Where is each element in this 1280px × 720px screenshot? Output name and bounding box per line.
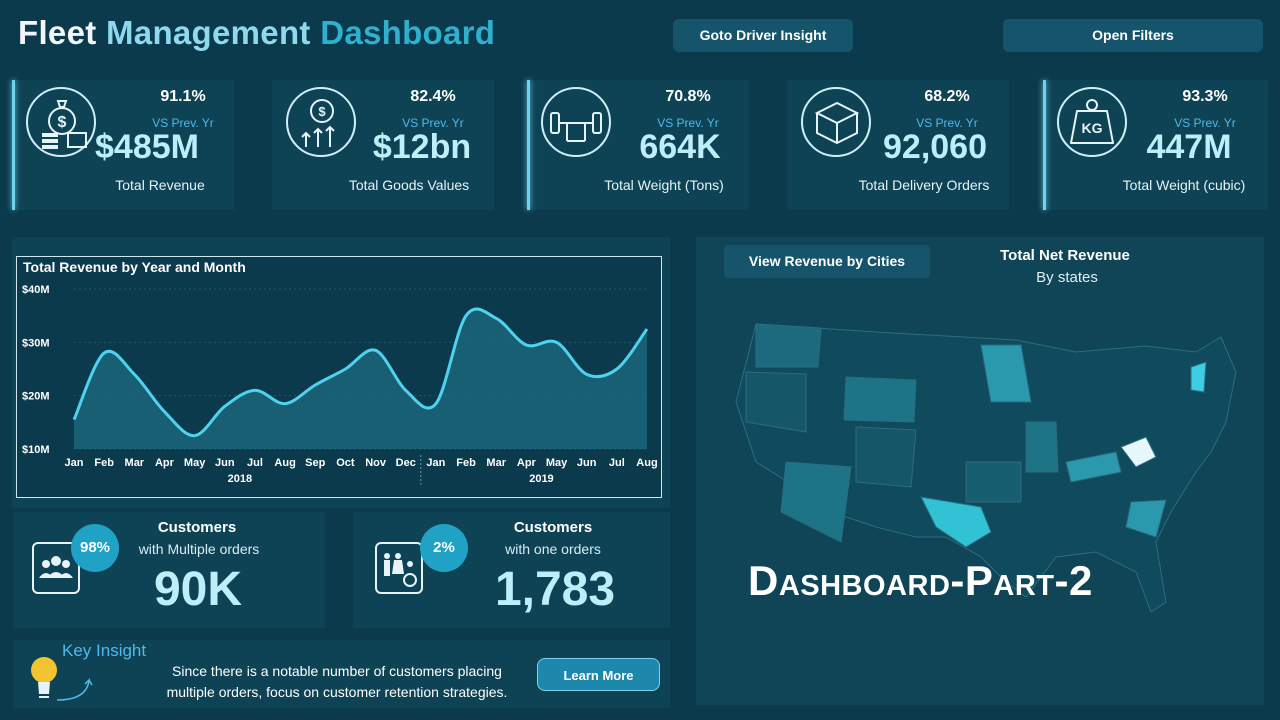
year-label: 2019 (529, 473, 553, 485)
key-insight-panel: Key Insight Since there is a notable num… (13, 640, 670, 708)
kpi-percent: 70.8% (665, 88, 711, 105)
kg-weight-icon: KG (1057, 87, 1127, 157)
kpi-label: Total Weight (Tons) (604, 177, 724, 193)
y-tick-label: $30M (22, 337, 50, 349)
card-accent (527, 80, 530, 210)
kpi-label: Total Delivery Orders (858, 177, 990, 193)
x-tick-label: Sep (305, 457, 325, 469)
percent-badge: 2% (420, 524, 468, 572)
x-tick-label: Dec (396, 457, 416, 469)
x-tick-label: Mar (486, 457, 506, 469)
kpi-label: Total Goods Values (348, 177, 470, 193)
kpi-value: 92,060 (883, 128, 987, 166)
svg-text:$: $ (58, 114, 67, 131)
x-tick-label: Oct (336, 457, 355, 469)
kpi-value: $485M (95, 128, 199, 166)
kpi-value: 664K (639, 128, 721, 166)
customers-value: 1,783 (494, 563, 616, 616)
kpi-value: 447M (1146, 128, 1232, 166)
x-tick-label: Jun (577, 457, 597, 469)
map-subtitle: By states (1036, 269, 1098, 286)
x-tick-label: Aug (636, 457, 657, 469)
title-word-dashboard: Dashboard (320, 14, 496, 51)
kpi-percent: 93.3% (1182, 88, 1228, 105)
view-revenue-by-cities-button[interactable]: View Revenue by Cities (724, 245, 930, 278)
customers-single-card: 2% Customers with one orders 1,783 (353, 512, 670, 628)
x-tick-label: Jan (65, 457, 84, 469)
x-tick-label: Nov (365, 457, 387, 469)
chart-svg: $10M $20M $30M $40M Jan Feb Mar Apr May Jun Jul Au… (22, 284, 658, 485)
dumbbell-icon (541, 87, 611, 157)
kpi-label: Total Weight (cubic) (1122, 177, 1246, 193)
kpi-card-total-revenue: $ 91.1% VS Prev. Yr $485M Total Revenue (12, 80, 234, 210)
customers-title: Customers (157, 519, 237, 536)
overlay-caption: Dashboard-Part-2 (748, 557, 1093, 604)
revenue-area (74, 308, 647, 449)
year-label: 2018 (228, 473, 252, 485)
x-tick-label: Feb (94, 457, 114, 469)
x-tick-label: Apr (155, 457, 175, 469)
open-filters-button[interactable]: Open Filters (1003, 19, 1263, 52)
kpi-percent: 68.2% (924, 88, 970, 105)
y-tick-label: $40M (22, 284, 50, 296)
title-word-management: Management (106, 14, 311, 51)
x-tick-label: May (184, 457, 206, 469)
card-accent (1043, 80, 1046, 210)
dollar-growth-icon: $ (286, 87, 356, 157)
kpi-value: $12bn (372, 128, 472, 166)
kpi-card-total-delivery-orders: 68.2% VS Prev. Yr 92,060 Total Delivery … (787, 80, 1009, 210)
revenue-chart: Total Revenue by Year and Month $10M $20M… (16, 256, 662, 498)
y-tick-label: $20M (22, 391, 50, 403)
customers-subtitle: with one orders (505, 541, 601, 557)
kpi-card-total-weight-cubic: KG 93.3% VS Prev. Yr 447M Total Weight (… (1043, 80, 1268, 210)
svg-text:KG: KG (1082, 120, 1103, 136)
family-icon (375, 542, 423, 594)
insight-text-line1: Since there is a notable number of custo… (172, 663, 502, 679)
kpi-label: Total Revenue (115, 177, 205, 193)
customers-title: Customers (513, 519, 593, 536)
map-title: Total Net Revenue (1000, 247, 1130, 264)
card-accent (12, 80, 15, 210)
title-word-fleet: Fleet (18, 14, 97, 51)
customers-subtitle: with Multiple orders (138, 541, 260, 557)
x-tick-label: Apr (517, 457, 537, 469)
x-tick-label: Jun (215, 457, 235, 469)
x-tick-label: Jul (247, 457, 263, 469)
x-tick-label: May (546, 457, 568, 469)
insight-text-line2: multiple orders, focus on customer reten… (166, 684, 508, 700)
learn-more-button[interactable]: Learn More (537, 658, 660, 691)
key-insight-title: Key Insight (62, 641, 147, 660)
x-tick-label: Jul (609, 457, 625, 469)
kpi-percent: 91.1% (160, 88, 206, 105)
x-tick-label: Feb (456, 457, 476, 469)
map-panel: View Revenue by Cities Total Net Revenue… (696, 237, 1264, 705)
page-title: Fleet Management Dashboard (18, 14, 495, 52)
svg-text:$: $ (318, 104, 326, 119)
goto-driver-insight-button[interactable]: Goto Driver Insight (673, 19, 853, 52)
kpi-percent: 82.4% (410, 88, 456, 105)
x-tick-label: Aug (274, 457, 295, 469)
x-tick-label: Jan (426, 457, 445, 469)
kpi-card-total-weight-tons: 70.8% VS Prev. Yr 664K Total Weight (Ton… (527, 80, 749, 210)
customers-multiple-card: 98% Customers with Multiple orders 90K (13, 512, 325, 628)
y-tick-label: $10M (22, 444, 50, 456)
customers-value: 90K (153, 563, 243, 616)
kpi-card-total-goods-values: $ 82.4% VS Prev. Yr $12bn Total Goods Va… (272, 80, 494, 210)
x-tick-label: Mar (125, 457, 145, 469)
